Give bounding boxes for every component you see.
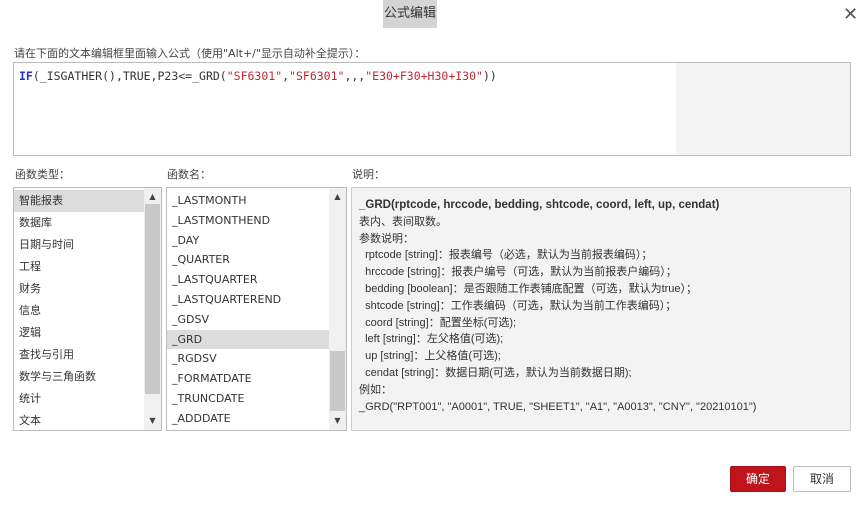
description-label: 说明：	[352, 168, 385, 181]
formula-segment: ,,,	[344, 69, 366, 83]
formula-text[interactable]: IF(_ISGATHER(),TRUE,P23<=_GRD("SF6301","…	[14, 63, 676, 155]
close-icon[interactable]: ✕	[843, 4, 858, 25]
ok-button[interactable]: 确定	[730, 466, 786, 492]
scroll-down-icon[interactable]: ▼	[329, 414, 346, 428]
function-list[interactable]: ▲ ▼ _LASTMONTH _LASTMONTHEND _DAY _QUARTER _L…	[166, 187, 347, 431]
formula-keyword: IF	[19, 69, 33, 83]
scroll-up-icon[interactable]: ▲	[329, 190, 346, 204]
list-item[interactable]: 日期与时间	[14, 234, 144, 256]
description-line: coord [string]：配置坐标(可选);	[359, 316, 517, 329]
description-line: bedding [boolean]：是否跟随工作表铺底配置（可选，默认为true…	[359, 282, 698, 295]
list-item[interactable]: _TRUNCDATE	[167, 389, 329, 409]
scroll-thumb[interactable]	[145, 204, 160, 394]
description-line: cendat [string]：数据日期(可选，默认为当前数据日期);	[359, 366, 632, 379]
formula-editor[interactable]: IF(_ISGATHER(),TRUE,P23<=_GRD("SF6301","…	[13, 62, 851, 156]
formula-segment: (_ISGATHER(),TRUE,P23<=_GRD(	[32, 69, 227, 83]
formula-segment: ))	[482, 69, 497, 83]
list-item[interactable]: _ADDDATE	[167, 409, 329, 429]
list-item[interactable]: 数据库	[14, 212, 144, 234]
scroll-up-icon[interactable]: ▲	[144, 190, 161, 204]
description-line: _GRD("RPT001", "A0001", TRUE, "SHEET1", …	[359, 400, 757, 413]
list-item[interactable]: 逻辑	[14, 322, 144, 344]
description-line: rptcode [string]：报表编号（必选，默认为当前报表编码）；	[359, 249, 653, 262]
list-item[interactable]: 信息	[14, 300, 144, 322]
scrollbar[interactable]: ▲ ▼	[329, 188, 346, 430]
description-line: 表内、表间取数。	[359, 215, 447, 228]
description-panel: _GRD(rptcode, hrccode, bedding, shtcode,…	[351, 187, 851, 431]
description-line: shtcode [string]：工作表编码（可选，默认为当前工作表编码）；	[359, 299, 677, 312]
list-item[interactable]: _LASTMONTH	[167, 191, 329, 211]
description-line: 例如：	[359, 383, 392, 396]
list-item[interactable]: _LASTQUARTEREND	[167, 290, 329, 310]
list-item[interactable]: 工程	[14, 256, 144, 278]
function-signature: _GRD(rptcode, hrccode, bedding, shtcode,…	[359, 199, 720, 211]
list-item[interactable]: _GRD	[167, 329, 329, 350]
list-item[interactable]: _LASTMONTHEND	[167, 211, 329, 231]
description-line: 参数说明：	[359, 232, 414, 245]
list-item[interactable]: 智能报表	[14, 190, 144, 212]
list-item[interactable]: 统计	[14, 388, 144, 410]
dialog-title: 公式编辑	[383, 0, 437, 28]
list-item[interactable]: 数学与三角函数	[14, 366, 144, 388]
scroll-down-icon[interactable]: ▼	[144, 414, 161, 428]
cancel-button[interactable]: 取消	[793, 466, 851, 492]
list-item[interactable]: _LASTQUARTER	[167, 270, 329, 290]
list-item[interactable]: 文本	[14, 410, 144, 430]
scroll-thumb[interactable]	[330, 351, 345, 411]
editor-label: 请在下面的文本编辑框里面输入公式（使用"Alt+/"显示自动补全提示）：	[14, 47, 366, 60]
list-item[interactable]: _RGDSV	[167, 349, 329, 369]
functions-label: 函数名：	[167, 168, 211, 181]
categories-label: 函数类型：	[15, 168, 70, 181]
formula-string: "E30+F30+H30+I30"	[365, 69, 483, 83]
list-item[interactable]: _GDSV	[167, 310, 329, 330]
category-list[interactable]: ▲ ▼ 智能报表 数据库 日期与时间 工程 财务 信息 逻辑 查找与引用 数学与三角函数 统计 文本	[13, 187, 162, 431]
list-item[interactable]: _DAY	[167, 231, 329, 251]
scrollbar[interactable]: ▲ ▼	[144, 188, 161, 430]
list-item[interactable]: _FORMATDATE	[167, 369, 329, 389]
description-line: left [string]：左父格值(可选);	[359, 333, 504, 346]
description-line: hrccode [string]：报表户编号（可选，默认为当前报表户编码）；	[359, 266, 677, 279]
formula-string: "SF6301"	[289, 69, 345, 83]
list-item[interactable]: _QUARTER	[167, 250, 329, 270]
list-item[interactable]: 查找与引用	[14, 344, 144, 366]
description-line: up [string]：上父格值(可选);	[359, 350, 501, 363]
formula-string: "SF6301"	[226, 69, 283, 83]
list-item[interactable]: 财务	[14, 278, 144, 300]
